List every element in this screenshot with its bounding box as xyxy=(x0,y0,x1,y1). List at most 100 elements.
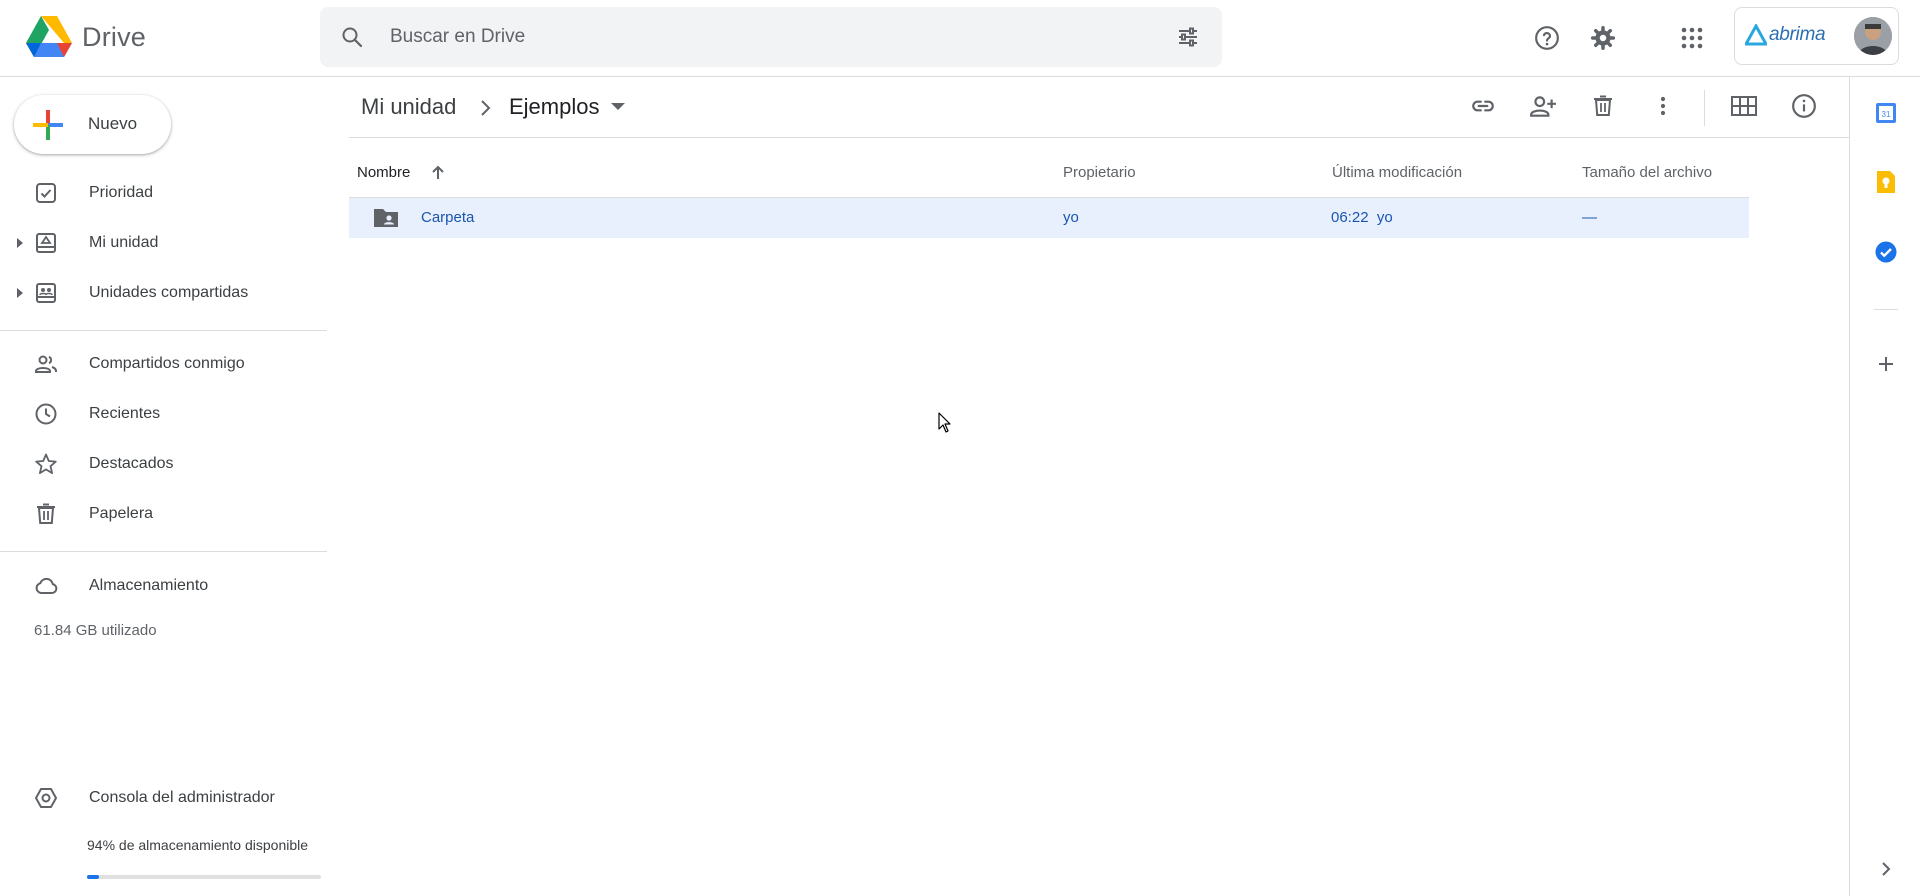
shared-folder-icon xyxy=(374,209,398,227)
more-vert-icon xyxy=(1660,96,1666,116)
add-person-icon xyxy=(1530,96,1556,117)
sidebar-item-recent[interactable]: Recientes xyxy=(0,392,327,436)
sidebar-item-label: Papelera xyxy=(89,505,154,522)
drive-logo-icon xyxy=(26,16,72,57)
new-button[interactable]: Nuevo xyxy=(14,95,171,154)
help-icon xyxy=(1535,26,1559,50)
toolbar-bottom-divider xyxy=(349,137,1849,138)
admin-console-link[interactable]: Consola del administrador xyxy=(0,776,327,820)
file-size: — xyxy=(1582,209,1597,226)
chevron-right-icon xyxy=(481,100,491,116)
column-header-size[interactable]: Tamaño del archivo xyxy=(1582,164,1712,181)
breadcrumb-my-drive[interactable]: Mi unidad xyxy=(361,94,456,120)
get-addons-button[interactable] xyxy=(1871,349,1901,379)
sidebar-item-my-drive[interactable]: Mi unidad xyxy=(0,221,327,265)
my-drive-icon xyxy=(36,233,56,253)
column-header-name[interactable]: Nombre xyxy=(357,164,410,181)
gear-icon xyxy=(1590,25,1616,51)
cloud-icon xyxy=(35,577,58,594)
keep-addon-button[interactable] xyxy=(1871,167,1901,197)
storage-available-text: 94% de almacenamiento disponible xyxy=(87,837,309,853)
side-panel: 31 xyxy=(1849,77,1920,896)
new-button-label: Nuevo xyxy=(88,114,138,133)
trash-icon xyxy=(1594,95,1612,116)
caret-down-icon[interactable] xyxy=(609,100,627,114)
sidebar-divider xyxy=(0,330,327,331)
info-icon xyxy=(1792,94,1816,118)
people-icon xyxy=(35,355,57,373)
clock-icon xyxy=(35,403,57,425)
storage-used-text: 61.84 GB utilizado xyxy=(34,622,157,639)
sidebar-item-priority[interactable]: Prioridad xyxy=(0,171,327,215)
sidebar-item-label: Prioridad xyxy=(89,184,154,201)
avatar[interactable] xyxy=(1854,17,1892,55)
keep-icon xyxy=(1877,171,1895,193)
file-last-modified: 06:22 yo xyxy=(1331,209,1393,226)
svg-text:31: 31 xyxy=(1882,110,1891,119)
sidebar-item-label: Almacenamiento xyxy=(89,577,209,594)
shared-drives-icon xyxy=(36,283,56,303)
expand-caret-icon[interactable] xyxy=(15,237,25,249)
chevron-right-icon xyxy=(1882,862,1891,876)
more-actions-button[interactable] xyxy=(1641,84,1685,128)
file-name[interactable]: Carpeta xyxy=(421,209,474,226)
organization-logo: abrima xyxy=(1745,24,1826,46)
sidebar-item-starred[interactable]: Destacados xyxy=(0,442,327,486)
tasks-icon xyxy=(1875,241,1897,263)
abrima-logo-icon xyxy=(1745,24,1767,46)
share-button[interactable] xyxy=(1521,84,1565,128)
help-button[interactable] xyxy=(1525,16,1569,60)
drive-logo[interactable]: Drive xyxy=(26,16,146,58)
sidebar-item-label: Recientes xyxy=(89,405,161,422)
apps-grid-icon xyxy=(1681,27,1703,49)
priority-check-icon xyxy=(36,183,56,203)
breadcrumb-current-folder[interactable]: Ejemplos xyxy=(509,94,599,120)
sidebar-item-shared-drives[interactable]: Unidades compartidas xyxy=(0,271,327,315)
organization-name: abrima xyxy=(1769,24,1826,45)
sidebar-item-label: Unidades compartidas xyxy=(89,284,249,301)
user-photo xyxy=(1854,17,1892,55)
sidebar-item-shared-with-me[interactable]: Compartidos conmigo xyxy=(0,342,327,386)
hide-side-panel-button[interactable] xyxy=(1871,854,1901,884)
delete-button[interactable] xyxy=(1581,84,1625,128)
search-options-icon[interactable] xyxy=(1176,25,1200,49)
sidebar-item-label: Mi unidad xyxy=(89,234,159,251)
tasks-addon-button[interactable] xyxy=(1871,237,1901,267)
link-icon xyxy=(1472,100,1494,112)
plus-icon xyxy=(33,110,63,140)
get-link-button[interactable] xyxy=(1461,84,1505,128)
apps-button[interactable] xyxy=(1670,16,1714,60)
plus-icon xyxy=(1879,357,1893,371)
admin-console-icon xyxy=(35,788,57,808)
column-header-owner[interactable]: Propietario xyxy=(1063,164,1136,181)
file-owner: yo xyxy=(1063,209,1079,226)
details-button[interactable] xyxy=(1782,84,1826,128)
table-row[interactable]: Carpeta yo 06:22 yo — xyxy=(349,198,1749,238)
column-header-modified[interactable]: Última modificación xyxy=(1332,164,1462,181)
search-icon[interactable] xyxy=(340,25,364,49)
expand-caret-icon[interactable] xyxy=(15,287,25,299)
star-icon xyxy=(35,453,57,475)
sidebar-item-label: Compartidos conmigo xyxy=(89,355,245,372)
admin-console-label: Consola del administrador xyxy=(89,789,275,806)
mouse-cursor-icon xyxy=(938,412,951,433)
sort-ascending-icon[interactable] xyxy=(428,163,448,183)
sidebar-divider xyxy=(0,551,327,552)
top-bar: Drive Buscar en Drive abrima xyxy=(0,0,1920,77)
account-switcher[interactable]: abrima xyxy=(1734,7,1899,65)
side-panel-divider xyxy=(1874,309,1898,310)
sidebar-item-label: Destacados xyxy=(89,455,174,472)
sidebar-item-storage[interactable]: Almacenamiento xyxy=(0,564,327,608)
storage-progress-fill xyxy=(87,875,99,879)
sidebar-item-trash[interactable]: Papelera xyxy=(0,492,327,536)
settings-button[interactable] xyxy=(1581,16,1625,60)
calendar-addon-button[interactable]: 31 xyxy=(1871,98,1901,128)
trash-icon xyxy=(37,503,55,524)
search-bar[interactable] xyxy=(320,7,1222,67)
app-name: Drive xyxy=(82,21,147,52)
toolbar-divider xyxy=(1704,90,1705,126)
calendar-icon: 31 xyxy=(1876,103,1896,123)
grid-view-button[interactable] xyxy=(1722,84,1766,128)
storage-progress-bar xyxy=(87,875,321,879)
search-input[interactable] xyxy=(390,7,1130,67)
